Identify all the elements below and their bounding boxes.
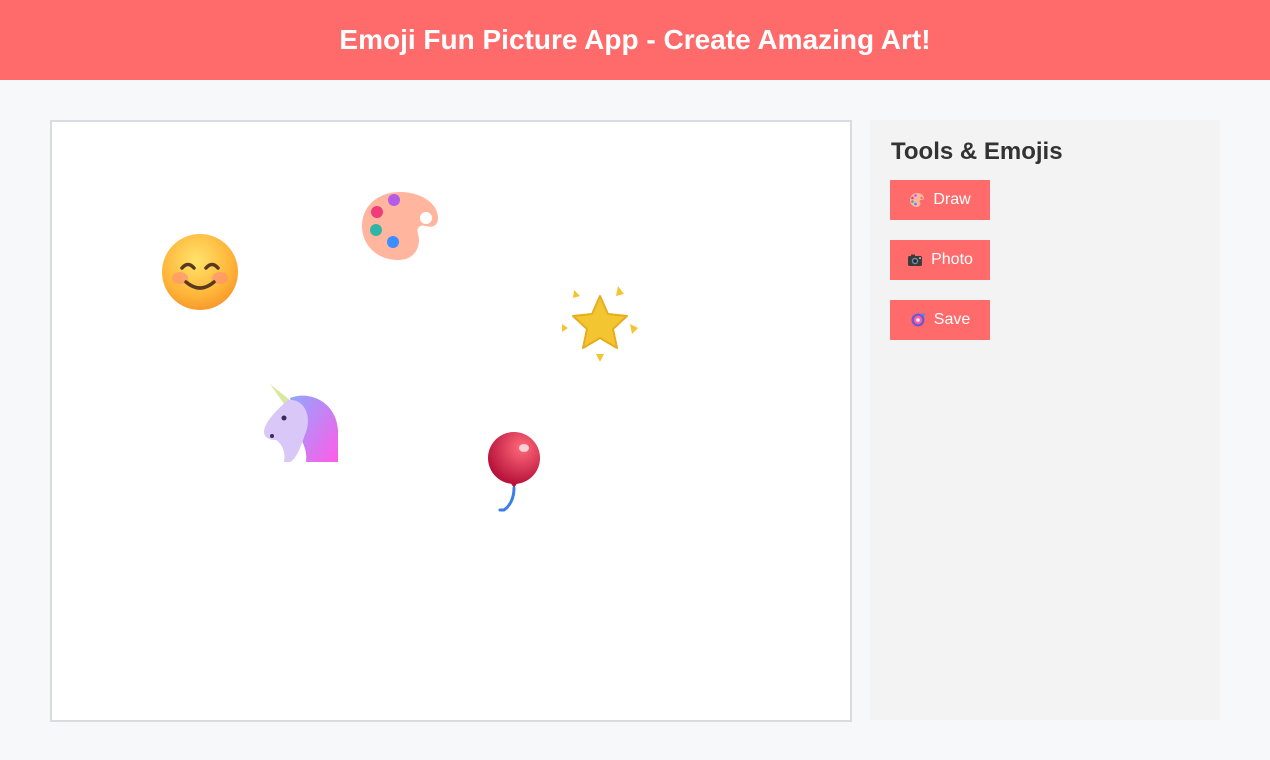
unicorn-emoji[interactable] [260,382,340,462]
artist-palette-icon [909,192,925,208]
glowing-star-emoji[interactable] [560,284,640,364]
floppy-disk-icon [910,312,926,328]
camera-icon [907,252,923,268]
sidebar-title: Tools & Emojis [891,138,1063,165]
save-button[interactable]: Save [890,300,990,340]
draw-button-label: Draw [933,191,971,208]
balloon-emoji[interactable] [470,432,550,512]
smiling-face-emoji[interactable] [160,232,240,312]
tools-sidebar: Tools & Emojis Draw Photo Save [870,120,1220,720]
drawing-canvas[interactable] [50,120,852,722]
artist-palette-emoji[interactable] [360,186,440,266]
app-title: Emoji Fun Picture App - Create Amazing A… [339,24,931,55]
app-header: Emoji Fun Picture App - Create Amazing A… [0,0,1270,80]
photo-button[interactable]: Photo [890,240,990,280]
photo-button-label: Photo [931,251,973,268]
save-button-label: Save [933,311,971,328]
draw-button[interactable]: Draw [890,180,990,220]
